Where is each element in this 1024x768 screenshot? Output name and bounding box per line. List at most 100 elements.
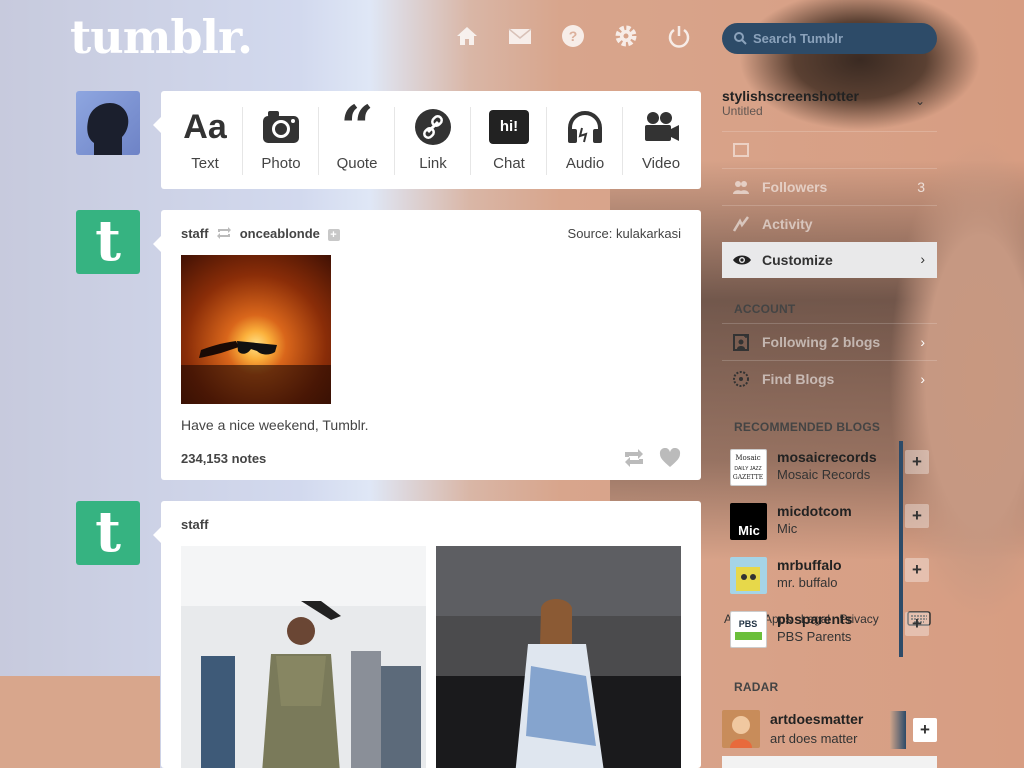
radar-preview — [890, 711, 906, 749]
help-icon[interactable]: ? — [559, 22, 587, 50]
sidebar-item-posts[interactable] — [722, 131, 937, 167]
post-photo[interactable] — [181, 546, 426, 768]
divider — [899, 603, 903, 657]
blog-avatar — [730, 557, 767, 594]
reblog-icon[interactable] — [623, 448, 645, 468]
activity-icon — [732, 216, 749, 232]
audio-post-button[interactable]: Audio — [547, 91, 623, 189]
follow-button[interactable]: + — [905, 558, 929, 582]
gear-icon[interactable] — [612, 22, 640, 50]
photo-post-button[interactable]: Photo — [243, 91, 319, 189]
radar-blog[interactable]: artdoesmatter art does matter + — [722, 703, 937, 757]
follow-button[interactable]: + — [905, 504, 929, 528]
blog-name: mrbuffalo — [777, 557, 842, 573]
chat-post-label: Chat — [493, 155, 525, 172]
divider — [899, 549, 903, 603]
radar-heading: RADAR — [734, 680, 779, 694]
chevron-right-icon: › — [920, 334, 925, 350]
user-avatar[interactable] — [76, 91, 140, 155]
customize-label: Customize — [762, 252, 833, 268]
svg-text:Mic: Mic — [738, 523, 760, 538]
following-label: Following 2 blogs — [762, 334, 881, 350]
blog-name: artdoesmatter — [770, 711, 864, 727]
post-photo[interactable] — [181, 255, 331, 404]
post-header: staff — [181, 517, 208, 532]
chevron-right-icon: › — [920, 371, 925, 387]
post-card: staff — [153, 501, 701, 768]
radar-post-preview — [722, 756, 937, 768]
post-author[interactable]: staff — [181, 517, 208, 532]
blog-title: mr. buffalo — [777, 575, 838, 590]
chat-icon: hi! — [471, 107, 547, 147]
background-band — [0, 676, 160, 768]
text-post-button[interactable]: Aa Text — [167, 91, 243, 189]
quote-icon: “ — [340, 93, 374, 161]
post-source[interactable]: Source: kulakarkasi — [568, 226, 681, 241]
link-post-button[interactable]: Link — [395, 91, 471, 189]
search-input[interactable]: Search Tumblr — [722, 23, 937, 54]
recommended-blog[interactable]: Mosaic DAILY JAZZ GAZETTE mosaicrecords Mo… — [722, 441, 937, 495]
home-icon[interactable] — [453, 22, 481, 50]
sidebar-item-find-blogs[interactable]: Find Blogs › — [722, 360, 937, 396]
svg-text:DAILY JAZZ: DAILY JAZZ — [734, 466, 761, 472]
post-photo[interactable] — [436, 546, 681, 768]
find-blogs-label: Find Blogs — [762, 371, 835, 387]
blog-title: Untitled — [722, 104, 763, 118]
chevron-right-icon: › — [920, 251, 925, 267]
follow-button[interactable]: + — [905, 612, 929, 636]
source-name[interactable]: kulakarkasi — [616, 226, 681, 241]
sidebar-item-following[interactable]: Following 2 blogs › — [722, 323, 937, 359]
svg-text:?: ? — [569, 28, 578, 44]
recommended-blog[interactable]: mrbuffalo mr. buffalo + — [722, 549, 937, 603]
quote-post-label: Quote — [336, 155, 378, 172]
post-type-selector: Aa Text Photo “ Quote Link hi! Chat Audi… — [153, 91, 701, 189]
photo-post-label: Photo — [261, 155, 301, 172]
video-post-button[interactable]: Video — [623, 91, 699, 189]
source-label: Source: — [567, 226, 613, 241]
text-post-label: Text — [191, 155, 219, 172]
follow-button[interactable]: + — [905, 450, 929, 474]
staff-avatar[interactable]: t — [76, 501, 140, 565]
tumblr-logo[interactable]: tumblr. — [70, 10, 253, 64]
link-icon — [395, 107, 471, 147]
audio-post-label: Audio — [565, 155, 605, 172]
follow-button[interactable]: + — [913, 718, 937, 742]
divider — [899, 441, 903, 495]
chevron-down-icon: ⌄ — [914, 94, 925, 108]
compass-icon — [733, 371, 749, 387]
chat-post-button[interactable]: hi! Chat — [471, 91, 547, 189]
quote-post-button[interactable]: “ Quote — [319, 91, 395, 189]
divider — [899, 495, 903, 549]
customize-button[interactable]: Customize › — [722, 242, 937, 278]
recommended-blog[interactable]: Mic micdotcom Mic + — [722, 495, 937, 549]
power-icon[interactable] — [665, 22, 693, 50]
blog-avatar — [722, 710, 760, 748]
blog-avatar: Mosaic DAILY JAZZ GAZETTE — [730, 449, 767, 486]
follow-plus-icon[interactable]: + — [327, 229, 340, 241]
followers-label: Followers — [762, 179, 828, 195]
staff-avatar[interactable]: t — [76, 210, 140, 274]
blog-switcher[interactable]: stylishscreenshotter Untitled ⌄ — [722, 88, 937, 118]
svg-text:PBS: PBS — [739, 619, 758, 629]
post-caption: Have a nice weekend, Tumblr. — [181, 417, 369, 433]
blog-name: stylishscreenshotter — [722, 88, 859, 104]
reblogged-from[interactable]: onceablonde — [240, 226, 320, 241]
video-post-label: Video — [641, 155, 681, 172]
post-card: staff onceablonde + Source: kulakarkasi … — [153, 210, 701, 480]
mail-icon[interactable] — [506, 22, 534, 50]
blog-avatar: Mic — [730, 503, 767, 540]
camera-icon — [243, 107, 319, 147]
blog-title: Mic — [777, 521, 798, 536]
posts-icon — [733, 143, 749, 157]
recommended-blog[interactable]: PBS pbsparents PBS Parents + — [722, 603, 937, 657]
post-author[interactable]: staff — [181, 226, 208, 241]
svg-text:GAZETTE: GAZETTE — [733, 474, 763, 481]
sidebar-item-activity[interactable]: Activity — [722, 205, 937, 241]
blog-name: micdotcom — [777, 503, 852, 519]
post-notes[interactable]: 234,153 notes — [181, 451, 266, 466]
like-heart-icon[interactable] — [659, 448, 681, 468]
search-icon — [734, 32, 747, 45]
sidebar-item-followers[interactable]: Followers 3 — [722, 168, 937, 204]
activity-label: Activity — [762, 216, 813, 232]
blog-title: art does matter — [770, 731, 858, 746]
